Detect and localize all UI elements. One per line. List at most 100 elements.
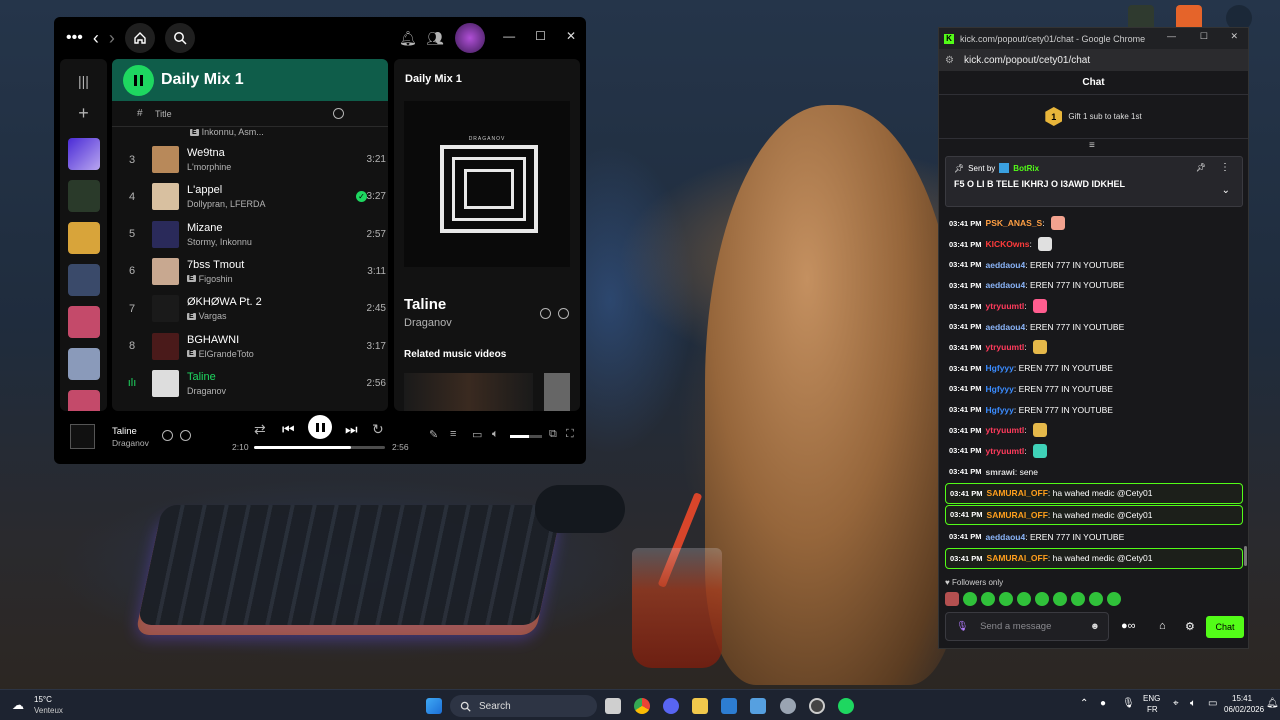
weather-text[interactable]: Venteux	[34, 706, 63, 715]
app-taskbar-icon[interactable]	[721, 698, 737, 714]
task-view-icon[interactable]	[605, 698, 621, 714]
more-icon[interactable]: ⋮	[1220, 162, 1230, 173]
related-video-thumb[interactable]	[404, 373, 533, 411]
minimize-icon[interactable]: —	[1167, 31, 1176, 41]
play-pause-button[interactable]	[308, 415, 332, 439]
search-button[interactable]	[164, 23, 195, 53]
library-item-thumb[interactable]	[67, 348, 100, 380]
np-artist[interactable]: Draganov	[112, 438, 149, 448]
track-row[interactable]: 6 7bss Tmout E Figoshin 3:11	[112, 253, 388, 290]
close-icon[interactable]: ✕	[566, 29, 576, 43]
address-bar[interactable]: ⚙ kick.com/popout/cety01/chat	[939, 49, 1248, 71]
chat-message[interactable]: 03:41 PM KICKOwns:	[945, 234, 1243, 255]
chat-message[interactable]: 03:41 PM aeddaou4: EREN 777 IN YOUTUBE	[945, 526, 1243, 547]
settings-icon[interactable]: ⚙	[1185, 620, 1195, 633]
chat-message[interactable]: 03:41 PM aeddaou4: EREN 777 IN YOUTUBE	[945, 316, 1243, 337]
maximize-icon[interactable]: ☐	[535, 29, 546, 43]
chevron-down-icon[interactable]: ⌄	[1222, 185, 1230, 196]
chat-message[interactable]: 03:41 PM ytryuumtl:	[945, 296, 1243, 317]
emote-icon[interactable]	[981, 592, 995, 606]
url-text[interactable]: kick.com/popout/cety01/chat	[964, 55, 1090, 66]
message-username[interactable]: SAMURAI_OFF	[987, 510, 1048, 520]
settings-taskbar-icon[interactable]	[780, 698, 796, 714]
discord-taskbar-icon[interactable]	[663, 698, 679, 714]
message-username[interactable]: smrawi	[986, 467, 1015, 477]
mic-icon[interactable]: 🎙︎	[1122, 698, 1135, 709]
emote-icon[interactable]	[1017, 592, 1031, 606]
remove-icon[interactable]	[162, 430, 173, 441]
emote-icon[interactable]	[1053, 592, 1067, 606]
battery-icon[interactable]: ▭	[1208, 698, 1217, 709]
message-username[interactable]: Hgfyyy	[986, 363, 1014, 373]
chat-message[interactable]: 03:41 PM ytryuumtl:	[945, 441, 1243, 462]
message-username[interactable]: Hgfyyy	[986, 384, 1014, 394]
taskbar-search[interactable]: Search	[450, 695, 597, 717]
more-icon[interactable]: •••	[66, 29, 83, 47]
close-icon[interactable]: ✕	[1230, 31, 1238, 42]
library-item-thumb[interactable]	[67, 222, 100, 254]
explorer-taskbar-icon[interactable]	[692, 698, 708, 714]
network-icon[interactable]: ⌖	[1173, 698, 1179, 709]
chat-scrollbar[interactable]	[1244, 546, 1247, 566]
profile-avatar[interactable]	[455, 23, 485, 53]
app-taskbar-icon[interactable]	[750, 698, 766, 714]
site-info-icon[interactable]: ⚙	[945, 55, 954, 66]
progress-bar[interactable]	[254, 446, 385, 449]
unpin-icon[interactable]: 📌︎	[1196, 163, 1206, 172]
library-item-thumb[interactable]	[67, 390, 100, 411]
message-username[interactable]: aeddaou4	[986, 260, 1026, 270]
add-to-playlist-icon[interactable]	[558, 308, 569, 319]
emote-icon[interactable]	[1071, 592, 1085, 606]
library-icon[interactable]: |||	[60, 73, 107, 89]
clock-time[interactable]: 15:41	[1232, 694, 1252, 703]
send-chat-button[interactable]: Chat	[1206, 616, 1244, 638]
track-row[interactable]: 8 BGHAWNI E ElGrandeToto 3:17	[112, 328, 388, 365]
next-icon[interactable]: ⏭︎	[345, 421, 358, 438]
volume-slider[interactable]	[510, 435, 542, 438]
track-row[interactable]: 5 Mizane Stormy, Inkonnu 2:57	[112, 216, 388, 253]
message-username[interactable]: PSK_ANAS_S	[986, 218, 1043, 228]
library-item-thumb[interactable]	[67, 180, 100, 212]
chat-message[interactable]: 03:41 PM Hgfyyy: EREN 777 IN YOUTUBE	[945, 379, 1243, 400]
expand-icon[interactable]: ≡	[1089, 140, 1095, 151]
add-icon[interactable]	[180, 430, 191, 441]
friends-icon[interactable]: 👥︎	[426, 30, 444, 47]
message-username[interactable]: aeddaou4	[986, 532, 1026, 542]
chat-message[interactable]: 03:41 PM PSK_ANAS_S:	[945, 213, 1243, 234]
track-row[interactable]: 3 We9tna L'morphine 3:21	[112, 141, 388, 178]
liked-check-icon[interactable]: ✓	[356, 191, 367, 203]
np-title[interactable]: Taline	[112, 426, 137, 437]
emote-icon[interactable]	[1035, 592, 1049, 606]
track-row[interactable]: ılı Taline Draganov 2:56	[112, 365, 388, 402]
volume-icon[interactable]: 🔈︎	[1190, 698, 1196, 709]
message-username[interactable]: aeddaou4	[986, 322, 1026, 332]
chat-message[interactable]: 03:41 PM SAMURAI_OFF: ha wahed medic @Cet…	[945, 504, 1243, 526]
np-thumb[interactable]	[70, 424, 95, 449]
volume-icon[interactable]: 🔈︎	[492, 428, 499, 441]
message-username[interactable]: aeddaou4	[986, 280, 1026, 290]
chat-message[interactable]: 03:41 PM SAMURAI_OFF: ha wahed medic @Cet…	[945, 548, 1243, 569]
microphone-icon[interactable]: 🎙︎	[956, 621, 968, 632]
message-username[interactable]: ytryuumtl	[986, 446, 1025, 456]
lyrics-icon[interactable]: ✎	[429, 428, 438, 441]
message-username[interactable]: Hgfyyy	[986, 405, 1014, 415]
chat-message[interactable]: 03:41 PM ytryuumtl:	[945, 420, 1243, 441]
chat-message[interactable]: 03:41 PM SAMURAI_OFF: ha wahed medic @Cet…	[945, 482, 1243, 504]
previous-icon[interactable]: ⏮︎	[282, 421, 295, 438]
chevron-up-icon[interactable]: ⌃	[1080, 698, 1088, 709]
track-row[interactable]: 7 ØKHØWA Pt. 2 E Vargas 2:45	[112, 290, 388, 327]
message-input[interactable]: 🎙︎ Send a message ☻	[945, 612, 1109, 641]
devices-icon[interactable]: ▭	[472, 428, 482, 441]
chat-message[interactable]: 03:41 PM smrawi: sene	[945, 461, 1243, 482]
tray-app-icon[interactable]: ●	[1100, 698, 1106, 709]
maximize-icon[interactable]: ☐	[1200, 31, 1208, 42]
forward-icon[interactable]: ›	[109, 28, 115, 49]
emote-icon[interactable]	[963, 592, 977, 606]
emote-icon[interactable]	[1089, 592, 1103, 606]
library-item-thumb[interactable]	[67, 264, 100, 296]
store-icon[interactable]: ⌂	[1159, 620, 1166, 632]
emote-icon[interactable]	[1107, 592, 1121, 606]
weather-icon[interactable]: ☁	[12, 698, 24, 712]
emote-icon[interactable]	[945, 592, 959, 606]
repeat-icon[interactable]: ↻	[372, 421, 384, 438]
